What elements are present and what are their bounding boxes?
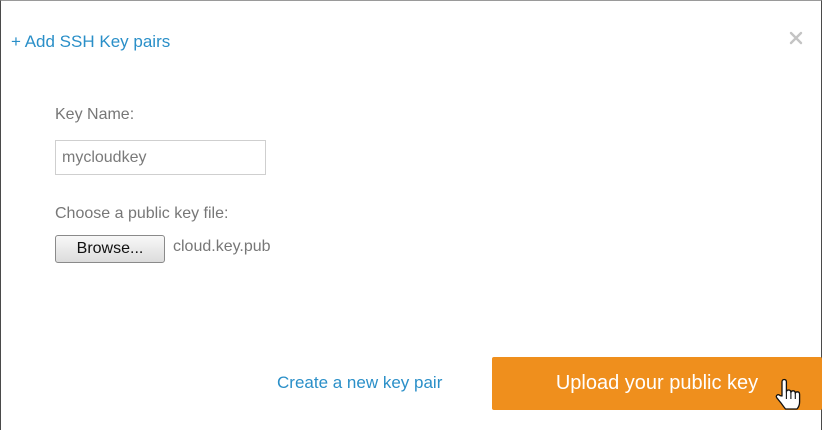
upload-public-key-button[interactable]: Upload your public key (492, 357, 822, 410)
key-name-input[interactable] (55, 140, 266, 175)
key-file-label: Choose a public key file: (55, 205, 229, 222)
key-name-label: Key Name: (55, 106, 135, 123)
close-icon[interactable] (787, 29, 805, 47)
add-ssh-key-dialog: + Add SSH Key pairs Key Name: Choose a p… (0, 0, 822, 430)
browse-button[interactable]: Browse... (55, 235, 165, 263)
selected-file-name: cloud.key.pub (173, 238, 271, 255)
create-key-pair-link[interactable]: Create a new key pair (277, 373, 442, 393)
dialog-title[interactable]: + Add SSH Key pairs (11, 32, 170, 52)
